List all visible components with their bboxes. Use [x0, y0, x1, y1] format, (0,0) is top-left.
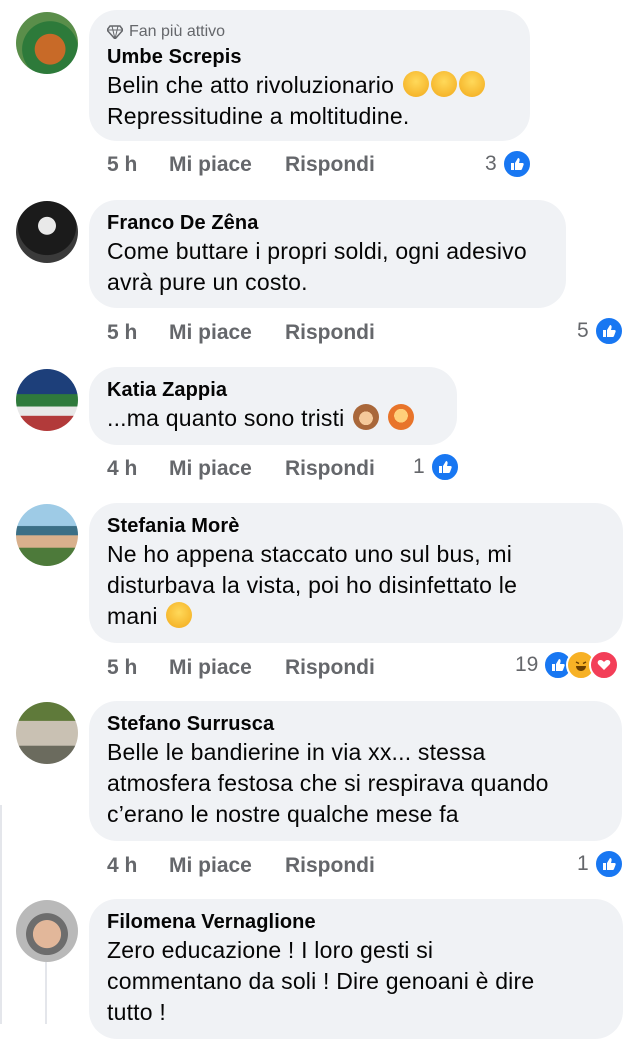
top-fan-badge: Fan più attivo	[107, 22, 510, 42]
avatar[interactable]	[16, 702, 78, 764]
thread-line	[0, 805, 2, 1024]
comment-time[interactable]: 5 h	[107, 656, 169, 680]
comment-text: Ne ho appena staccato uno sul bus, mi di…	[107, 541, 518, 629]
like-button[interactable]: Mi piace	[169, 153, 285, 177]
avatar[interactable]	[16, 900, 78, 962]
reaction-count: 5	[577, 319, 589, 342]
comment-text: Belin che atto rivoluzionario Repressitu…	[107, 70, 510, 132]
like-button[interactable]: Mi piace	[169, 656, 285, 680]
reply-button[interactable]: Rispondi	[285, 321, 375, 345]
like-reaction-icon	[593, 316, 624, 346]
comment-text: Come buttare i propri soldi, ogni adesiv…	[107, 238, 527, 295]
avatar[interactable]	[16, 12, 78, 74]
reactions-summary[interactable]: 3	[485, 149, 532, 179]
comment-time[interactable]: 4 h	[107, 457, 169, 481]
comment-text: Belle le bandierine in via xx... stessa …	[107, 739, 549, 827]
comment-actions: 5 h Mi piace Rispondi	[107, 653, 375, 683]
reactions-summary[interactable]: 19	[515, 650, 620, 680]
reaction-count: 19	[515, 653, 539, 676]
avatar[interactable]	[16, 369, 78, 431]
comment-time[interactable]: 5 h	[107, 153, 169, 177]
rofl-emoji	[458, 71, 485, 97]
reply-button[interactable]: Rispondi	[285, 457, 375, 481]
reaction-count: 3	[485, 152, 497, 175]
reaction-count: 1	[577, 852, 589, 875]
comment-bubble: Franco De Zêna Come buttare i propri sol…	[89, 200, 566, 308]
like-reaction-icon	[593, 849, 624, 879]
comment-text: Zero educazione ! I loro gesti si commen…	[107, 937, 535, 1025]
reactions-summary[interactable]: 1	[413, 452, 460, 482]
reply-button[interactable]: Rispondi	[285, 656, 375, 680]
comment-author[interactable]: Umbe Screpis	[107, 44, 510, 70]
reply-button[interactable]: Rispondi	[285, 854, 375, 878]
like-button[interactable]: Mi piace	[169, 854, 285, 878]
avatar[interactable]	[16, 201, 78, 263]
rofl-emoji	[402, 71, 429, 97]
like-button[interactable]: Mi piace	[169, 321, 285, 345]
reply-button[interactable]: Rispondi	[285, 153, 375, 177]
grinning-squinting-emoji	[166, 602, 193, 628]
reactions-summary[interactable]: 1	[577, 849, 624, 879]
comment-actions: 5 h Mi piace Rispondi	[107, 318, 375, 348]
comment-author[interactable]: Katia Zappia	[107, 377, 437, 403]
comment-author[interactable]: Stefano Surrusca	[107, 711, 602, 737]
like-reaction-icon	[429, 452, 460, 482]
comment-author[interactable]: Filomena Vernaglione	[107, 909, 603, 935]
comment-actions: 4 h Mi piace Rispondi	[107, 454, 375, 484]
comment-actions: 4 h Mi piace Rispondi	[107, 851, 375, 881]
comment-author[interactable]: Franco De Zêna	[107, 210, 546, 236]
reaction-count: 1	[413, 455, 425, 478]
comment-bubble: Stefania Morè Ne ho appena staccato uno …	[89, 503, 623, 643]
woman-facepalming-emoji	[387, 404, 414, 430]
rofl-emoji	[430, 71, 457, 97]
reply-thread-line	[45, 962, 47, 1024]
comment-author[interactable]: Stefania Morè	[107, 513, 603, 539]
comment-text: ...ma quanto sono tristi	[107, 403, 437, 434]
see-no-evil-monkey-emoji	[353, 404, 380, 430]
comment-time[interactable]: 4 h	[107, 854, 169, 878]
comment-time[interactable]: 5 h	[107, 321, 169, 345]
reactions-summary[interactable]: 5	[577, 316, 624, 346]
avatar[interactable]	[16, 504, 78, 566]
comment-bubble: Filomena Vernaglione Zero educazione ! I…	[89, 899, 623, 1039]
comment-bubble: Fan più attivo Umbe Screpis Belin che at…	[89, 10, 530, 141]
diamond-icon	[107, 25, 123, 39]
like-reaction-icon	[501, 149, 532, 179]
comment-bubble: Katia Zappia ...ma quanto sono tristi	[89, 367, 457, 445]
comment-actions: 5 h Mi piace Rispondi	[107, 150, 375, 180]
badge-label: Fan più attivo	[129, 23, 226, 40]
like-button[interactable]: Mi piace	[169, 457, 285, 481]
love-reaction-icon	[589, 650, 620, 680]
comment-bubble: Stefano Surrusca Belle le bandierine in …	[89, 701, 622, 841]
